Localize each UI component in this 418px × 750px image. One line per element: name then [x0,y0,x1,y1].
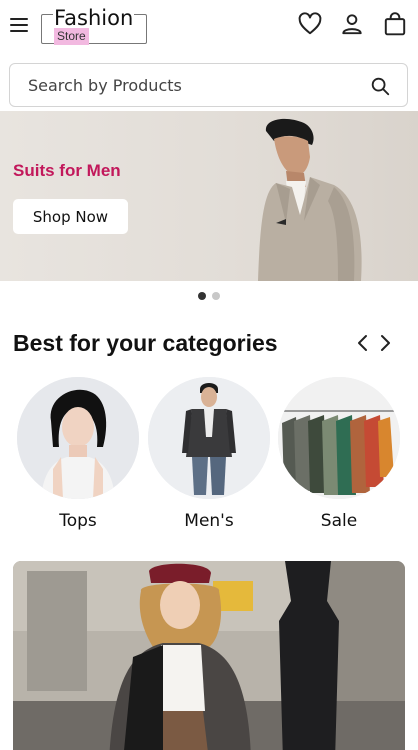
user-icon [342,14,362,35]
menu-button[interactable] [10,14,32,36]
hero-banner[interactable]: Suits for Men Shop Now [0,111,418,281]
carousel-dot-2[interactable] [212,292,220,300]
carousel-dot-1[interactable] [198,292,206,300]
search-icon[interactable] [369,75,391,97]
category-label-sale: Sale [320,511,358,531]
search-bar[interactable] [9,63,408,107]
prev-category-button[interactable] [354,333,372,353]
chevron-right-icon [381,335,390,351]
category-item-sale[interactable]: Sale [278,377,400,531]
chevron-left-icon [358,335,367,351]
category-item-tops[interactable]: Tops [17,377,139,531]
logo-subtitle: Store [54,28,89,45]
categories-title: Best for your categories [13,330,278,356]
app-header: Fashion Store [0,0,418,56]
promo-banner[interactable] [13,561,405,750]
cart-button[interactable] [381,10,409,38]
category-item-mens[interactable]: Men's [148,377,270,531]
promo-image [13,561,405,750]
next-category-button[interactable] [376,333,394,353]
banner-model-image [258,118,362,281]
wishlist-button[interactable] [296,10,324,38]
category-image-tops [17,377,139,499]
category-label-tops: Tops [59,511,97,531]
shopping-bag-icon [384,12,406,36]
category-label-mens: Men's [184,511,234,531]
category-image-mens [148,377,270,499]
banner-title: Suits for Men [13,161,121,180]
shop-now-button[interactable]: Shop Now [13,199,128,234]
menu-icon-line [10,18,28,20]
search-input[interactable] [10,64,350,106]
heart-icon [298,12,322,35]
account-button[interactable] [338,10,366,38]
menu-icon-line [10,24,28,26]
category-image-sale [278,377,400,499]
logo-title[interactable]: Fashion [53,6,135,30]
carousel-dots [198,292,220,300]
menu-icon-line [10,30,28,32]
